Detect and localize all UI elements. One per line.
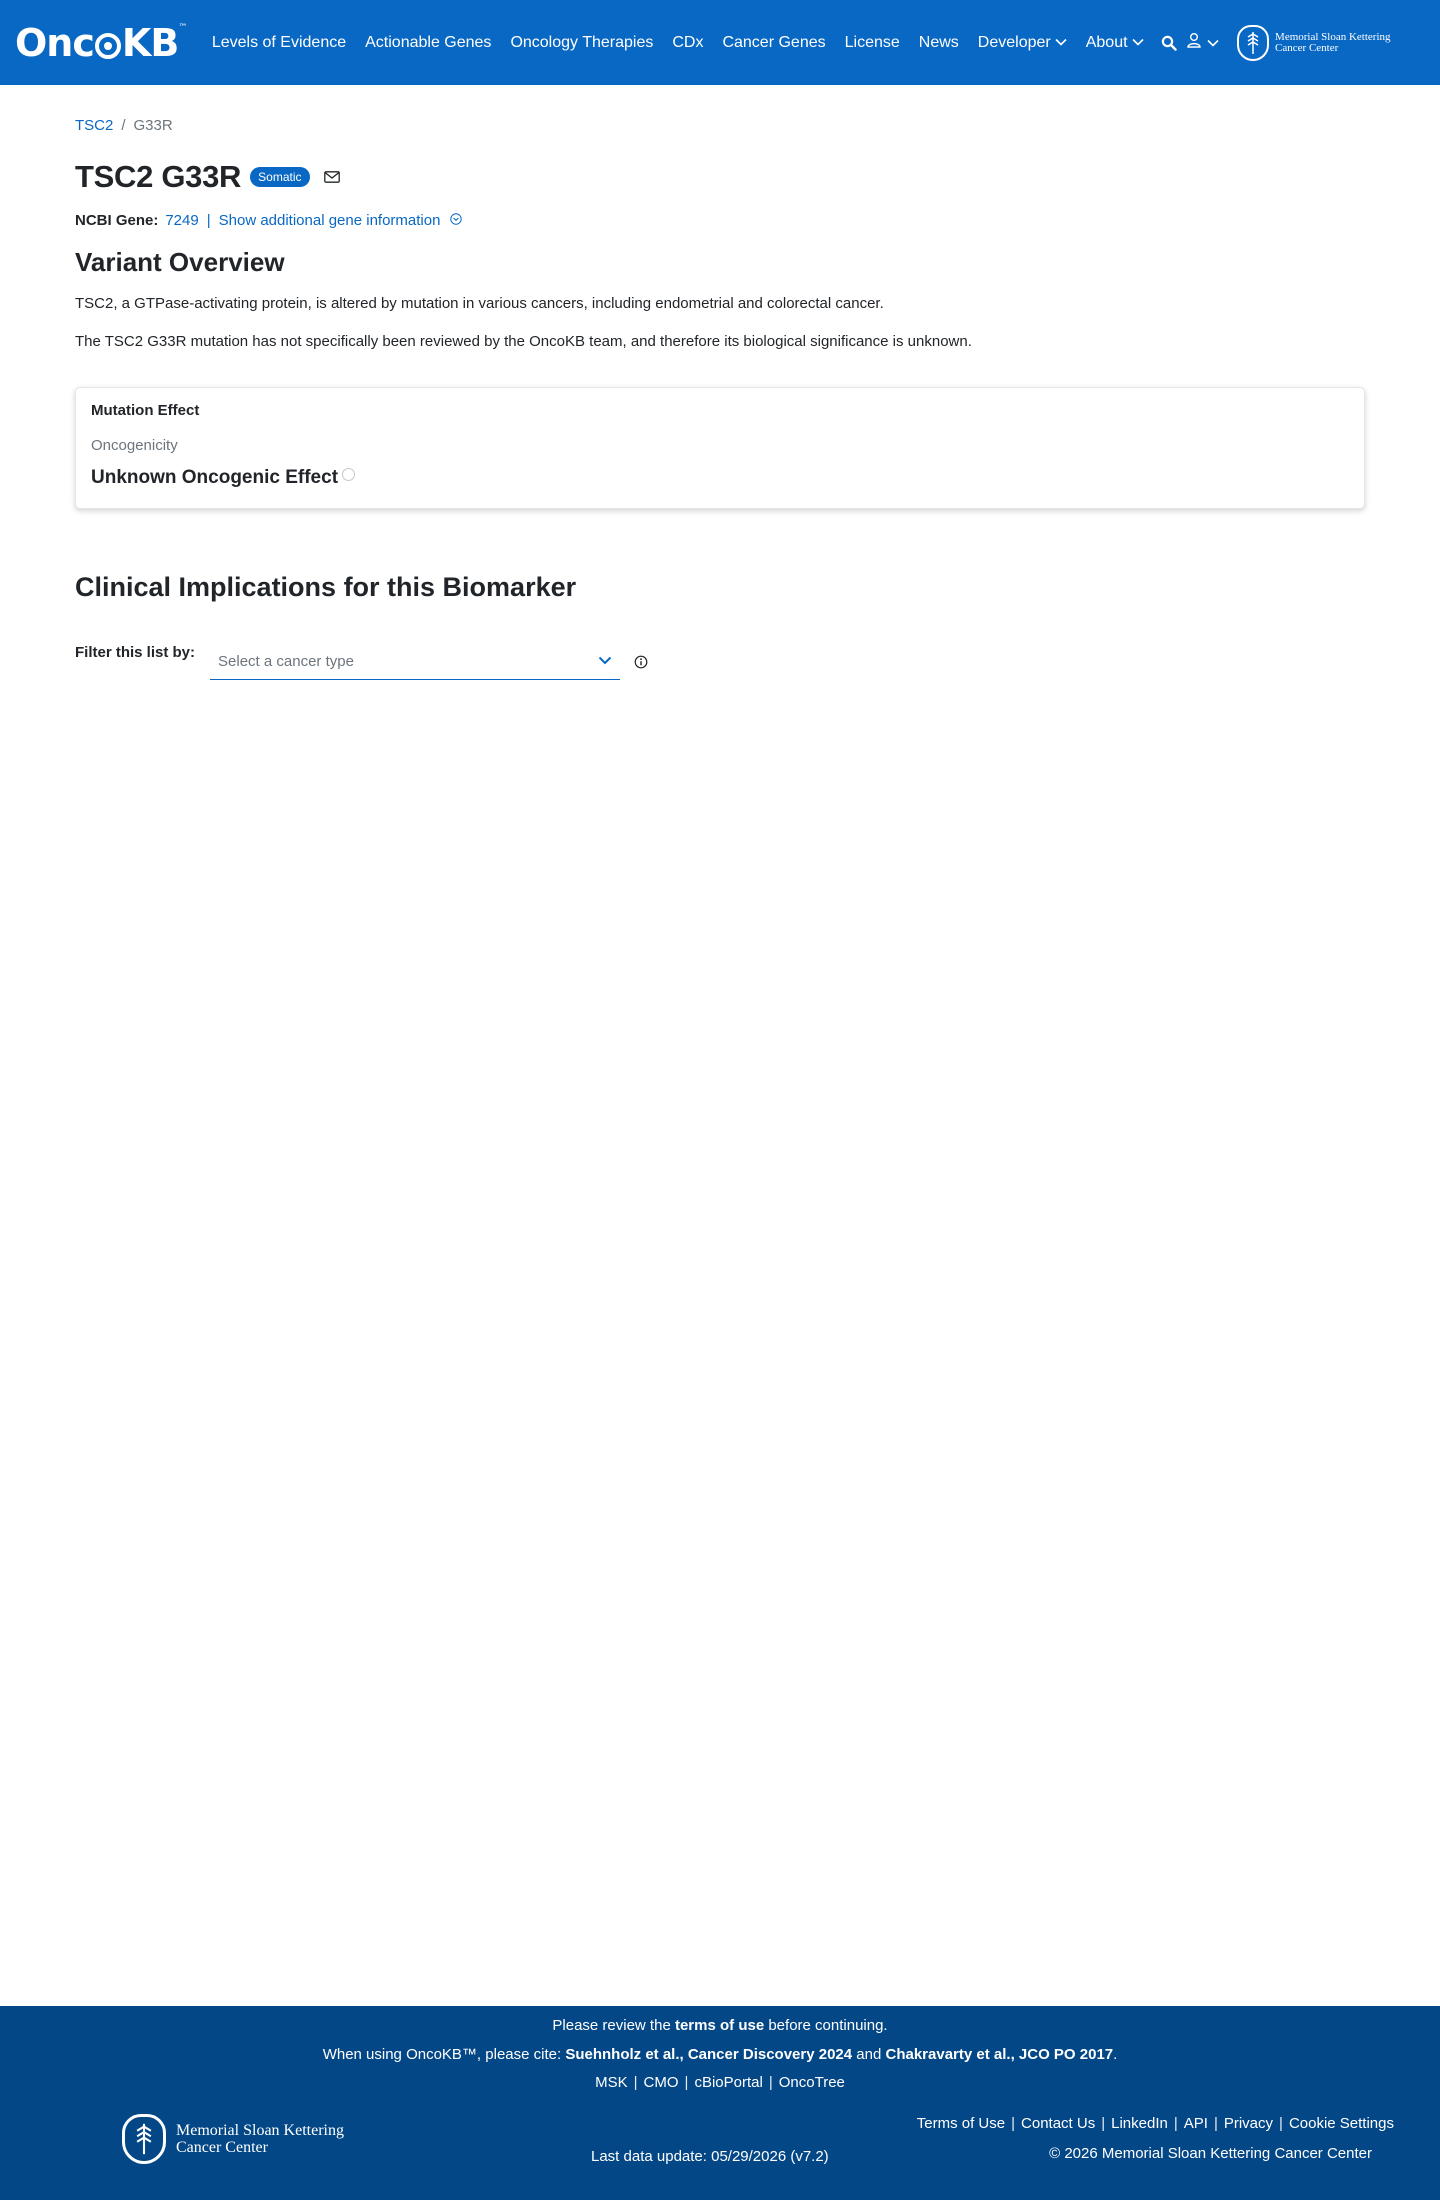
footer-link-cbioportal[interactable]: cBioPortal: [688, 2074, 768, 2091]
filter-label: Filter this list by:: [75, 644, 196, 661]
mutation-effect-title: Mutation Effect: [91, 402, 200, 419]
nav-license[interactable]: License: [835, 34, 909, 52]
info-icon[interactable]: [634, 655, 648, 669]
overview-paragraph-variant: The TSC2 G33R mutation has not specifica…: [75, 333, 972, 350]
footer-link-msk[interactable]: MSK: [589, 2074, 634, 2091]
footer-separator: |: [1101, 2115, 1106, 2132]
footer: Please review the terms of use before co…: [0, 2006, 1440, 2200]
show-gene-info-toggle[interactable]: Show additional gene information: [219, 212, 462, 229]
footer-link-oncotree[interactable]: OncoTree: [773, 2074, 851, 2091]
footer-separator: |: [768, 2074, 773, 2091]
chevron-down-icon: [598, 652, 612, 670]
ncbi-gene-link[interactable]: 7249: [165, 212, 198, 229]
variant-overview-heading: Variant Overview: [75, 247, 285, 277]
breadcrumb: TSC2 / G33R: [75, 117, 173, 134]
nav-icons: [1161, 32, 1219, 53]
msk-footer-line1: Memorial Sloan Kettering: [176, 2122, 344, 2139]
footer-link-api[interactable]: API: [1178, 2115, 1214, 2132]
footer-partner-links: MSK | CMO | cBioPortal | OncoTree: [0, 2074, 1440, 2091]
nav-cancer-genes[interactable]: Cancer Genes: [713, 34, 835, 52]
nav-cdx[interactable]: CDx: [663, 34, 713, 52]
mail-icon[interactable]: [323, 171, 340, 183]
terms-notice-prefix: Please review the: [552, 2017, 671, 2034]
chevron-down-icon: [1055, 37, 1067, 49]
chevron-down-icon: [1207, 34, 1219, 52]
top-navbar: Onc KB ™ Levels of Evidence Actionable G…: [0, 0, 1440, 85]
logo-trademark: ™: [178, 22, 187, 33]
citation-end: .: [1113, 2046, 1118, 2063]
msk-footer-logo[interactable]: Memorial Sloan Kettering Cancer Center: [122, 2114, 344, 2164]
nav-about-dropdown[interactable]: About: [1076, 34, 1153, 52]
msk-footer-text: Memorial Sloan Kettering Cancer Center: [176, 2122, 344, 2156]
breadcrumb-current: G33R: [133, 117, 173, 134]
copyright: © 2026 Memorial Sloan Kettering Cancer C…: [1049, 2145, 1372, 2162]
oncogenicity-value-text: Unknown Oncogenic Effect: [91, 467, 339, 488]
unknown-oncogenic-circle-icon: [342, 467, 356, 481]
footer-link-cmo[interactable]: CMO: [638, 2074, 685, 2091]
msk-emblem-icon: [122, 2114, 166, 2164]
footer-link-contact[interactable]: Contact Us: [1015, 2115, 1101, 2132]
circle-chevron-down-icon: [449, 213, 462, 225]
breadcrumb-gene-link[interactable]: TSC2: [75, 117, 113, 134]
search-icon[interactable]: [1161, 35, 1177, 51]
gene-info-separator: |: [206, 212, 211, 229]
footer-separator: |: [1213, 2115, 1218, 2132]
footer-separator: |: [1279, 2115, 1283, 2132]
footer-separator: |: [1173, 2115, 1178, 2132]
msk-emblem-icon: [1237, 24, 1270, 61]
footer-link-terms[interactable]: Terms of Use: [911, 2115, 1011, 2132]
nav-oncology-therapies[interactable]: Oncology Therapies: [501, 34, 663, 52]
nav-developer-label: Developer: [977, 33, 1051, 51]
main-nav: Levels of Evidence Actionable Genes Onco…: [202, 34, 1153, 52]
oncokb-logo[interactable]: Onc KB ™: [15, 20, 187, 65]
clinical-implications-heading: Clinical Implications for this Biomarker: [75, 572, 577, 602]
citation-link-chakravarty[interactable]: Chakravarty et al., JCO PO 2017: [886, 2046, 1114, 2063]
footer-separator: |: [1011, 2115, 1016, 2132]
footer-terms-notice: Please review the terms of use before co…: [0, 2017, 1440, 2034]
last-data-update: Last data update: 05/29/2026 (v7.2): [591, 2148, 829, 2165]
nav-news[interactable]: News: [909, 34, 968, 52]
somatic-badge: Somatic: [250, 167, 310, 187]
page-title: TSC2 G33R: [75, 159, 242, 194]
user-icon: [1187, 32, 1201, 53]
logo-text-right: KB: [121, 20, 179, 65]
nav-developer-dropdown[interactable]: Developer: [968, 34, 1076, 52]
citation-prefix: When using OncoKB™, please cite:: [322, 2046, 562, 2063]
footer-link-linkedin[interactable]: LinkedIn: [1105, 2115, 1174, 2132]
terms-of-use-link[interactable]: terms of use: [675, 2017, 764, 2034]
nav-actionable-genes[interactable]: Actionable Genes: [356, 34, 501, 52]
msk-footer-line2: Cancer Center: [176, 2139, 268, 2156]
footer-legal-links: Terms of Use | Contact Us | LinkedIn | API | Pri…: [911, 2115, 1400, 2132]
mutation-effect-card: Mutation Effect Oncogenicity Unknown Onc…: [75, 387, 1365, 509]
logo-ring-icon: [94, 32, 121, 59]
msk-header-line2: Cancer Center: [1275, 41, 1339, 54]
footer-link-cookie-settings[interactable]: Cookie Settings: [1283, 2115, 1400, 2132]
account-dropdown[interactable]: [1187, 32, 1219, 53]
footer-separator: |: [633, 2074, 638, 2091]
footer-link-privacy[interactable]: Privacy: [1218, 2115, 1279, 2132]
oncogenicity-value: Unknown Oncogenic Effect: [91, 467, 356, 489]
filter-row: Filter this list by: Select a cancer typ…: [75, 643, 648, 680]
citation-and: and: [856, 2046, 882, 2063]
chevron-down-icon: [1131, 37, 1144, 49]
terms-notice-suffix: before continuing.: [768, 2017, 888, 2034]
msk-header-logo[interactable]: Memorial Sloan Kettering Cancer Center: [1237, 24, 1391, 61]
overview-paragraph-gene: TSC2, a GTPase-activating protein, is al…: [75, 295, 884, 312]
cancer-type-select[interactable]: Select a cancer type: [210, 643, 621, 680]
title-row: TSC2 G33R Somatic: [75, 159, 340, 195]
footer-citation: When using OncoKB™, please cite: Suehnho…: [0, 2046, 1440, 2063]
nav-levels-of-evidence[interactable]: Levels of Evidence: [202, 34, 355, 52]
oncogenicity-label: Oncogenicity: [91, 437, 178, 454]
cancer-type-placeholder: Select a cancer type: [218, 652, 354, 670]
ncbi-gene-label: NCBI Gene:: [75, 212, 159, 229]
footer-separator: |: [684, 2074, 689, 2091]
msk-header-text: Memorial Sloan Kettering Cancer Center: [1275, 31, 1390, 54]
gene-info-row: NCBI Gene: 7249 | Show additional gene i…: [75, 212, 462, 229]
nav-about-label: About: [1085, 33, 1128, 51]
logo-text-left: Onc: [15, 20, 95, 65]
citation-link-suehnholz[interactable]: Suehnholz et al., Cancer Discovery 2024: [565, 2046, 852, 2063]
show-gene-info-label: Show additional gene information: [218, 212, 441, 229]
breadcrumb-separator: /: [121, 117, 126, 134]
